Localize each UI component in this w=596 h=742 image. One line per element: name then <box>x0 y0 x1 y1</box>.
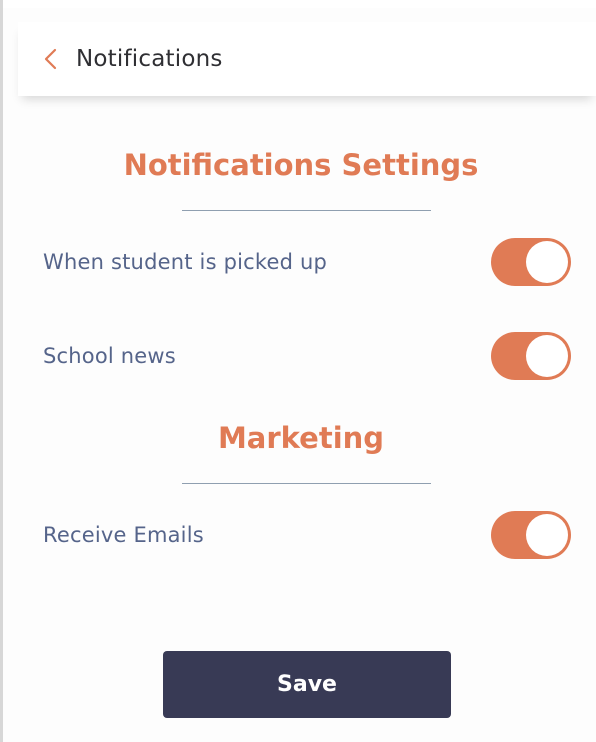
setting-row-receive-emails: Receive Emails <box>43 510 571 560</box>
toggle-knob <box>526 514 568 556</box>
app-frame: Notifications Notifications Settings Whe… <box>0 0 596 742</box>
marketing-heading: Marketing <box>217 421 385 455</box>
top-edge <box>3 0 596 8</box>
setting-row-school-news: School news <box>43 331 571 381</box>
setting-label: School news <box>43 344 176 368</box>
marketing-divider <box>182 483 431 484</box>
notifications-divider <box>182 210 431 211</box>
save-button[interactable]: Save <box>163 651 451 718</box>
setting-label: Receive Emails <box>43 523 204 547</box>
chevron-left-icon[interactable] <box>40 48 62 70</box>
notifications-settings-heading: Notifications Settings <box>123 148 479 182</box>
setting-label: When student is picked up <box>43 250 328 274</box>
toggle-knob <box>526 241 568 283</box>
setting-row-student-picked-up: When student is picked up <box>43 237 571 287</box>
toggle-knob <box>526 335 568 377</box>
school-news-toggle[interactable] <box>491 332 571 380</box>
page-title: Notifications <box>76 46 223 72</box>
app-header: Notifications <box>18 22 596 96</box>
student-picked-up-toggle[interactable] <box>491 238 571 286</box>
receive-emails-toggle[interactable] <box>491 511 571 559</box>
